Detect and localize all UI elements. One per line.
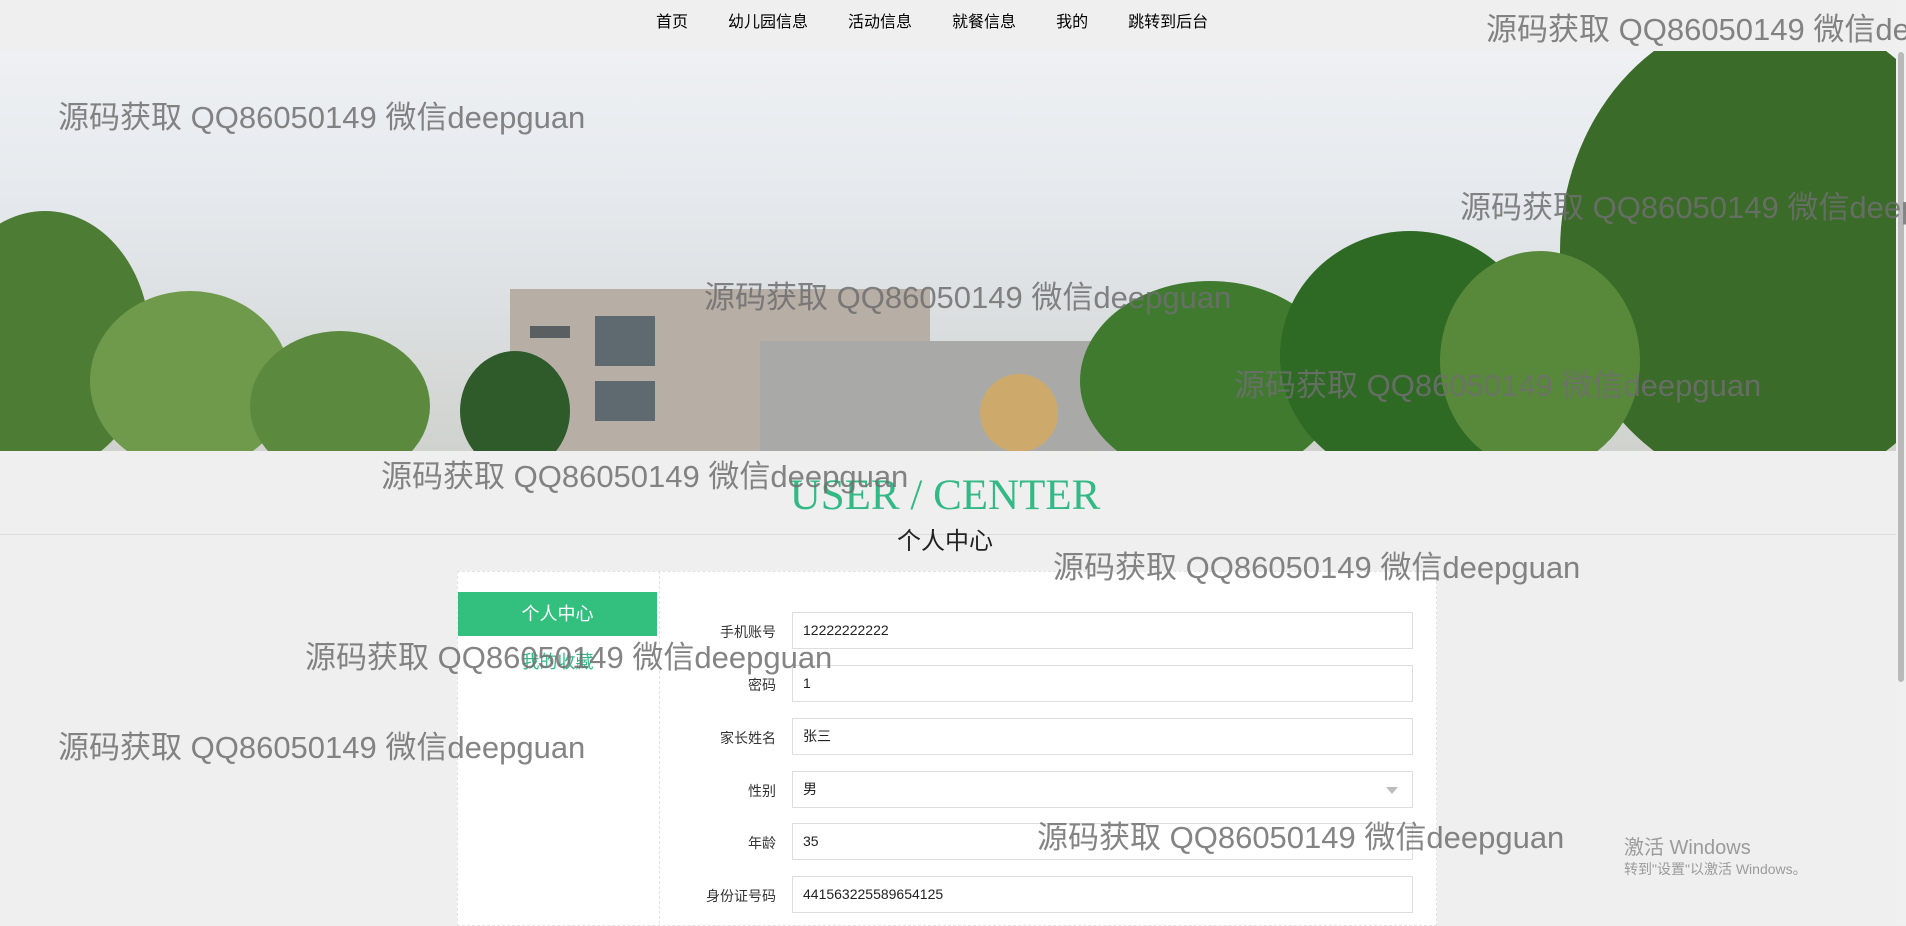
gender-select[interactable]: 男 xyxy=(792,771,1413,808)
id-number-label: 身份证号码 xyxy=(706,888,776,904)
age-label: 年龄 xyxy=(748,835,776,851)
sidebar-item-user-center[interactable]: 个人中心 xyxy=(458,592,657,636)
form-row-password: 密码 1 xyxy=(660,665,1420,705)
form-row-phone: 手机账号 12222222222 xyxy=(660,612,1420,652)
nav-activity-info[interactable]: 活动信息 xyxy=(848,8,912,32)
phone-label: 手机账号 xyxy=(720,624,776,640)
parent-name-input[interactable]: 张三 xyxy=(792,718,1413,755)
nav-admin[interactable]: 跳转到后台 xyxy=(1128,8,1208,32)
password-label: 密码 xyxy=(748,677,776,693)
phone-input[interactable]: 12222222222 xyxy=(792,612,1413,649)
form-row-gender: 性别 男 xyxy=(660,771,1420,811)
sidebar-item-favorites[interactable]: 我的收藏 xyxy=(458,648,657,672)
nav-mine[interactable]: 我的 xyxy=(1056,8,1088,32)
nav-home[interactable]: 首页 xyxy=(656,8,688,32)
page-title-en: USER / CENTER xyxy=(789,472,1101,519)
section-header: USER / CENTER 个人中心 xyxy=(0,451,1896,555)
id-number-input[interactable]: 441563225589654125 xyxy=(792,876,1413,913)
windows-activation-title: 激活 Windows xyxy=(1624,837,1751,859)
page-title: 个人中心 xyxy=(897,528,993,555)
form-row-parent-name: 家长姓名 张三 xyxy=(660,718,1420,758)
main-nav: 首页 幼儿园信息 活动信息 就餐信息 我的 跳转到后台 xyxy=(656,8,1208,32)
gender-value: 男 xyxy=(803,781,817,797)
chevron-down-icon xyxy=(1386,787,1398,794)
gender-label: 性别 xyxy=(748,783,776,799)
password-input[interactable]: 1 xyxy=(792,665,1413,702)
form-row-id-number: 身份证号码 441563225589654125 xyxy=(660,876,1420,916)
age-input[interactable]: 35 xyxy=(792,823,1413,860)
top-bar: 首页 幼儿园信息 活动信息 就餐信息 我的 跳转到后台 xyxy=(0,0,1896,51)
parent-name-label: 家长姓名 xyxy=(720,730,776,746)
hero-banner-image xyxy=(0,51,1896,451)
windows-activation-hint: 转到"设置"以激活 Windows。 xyxy=(1624,861,1807,877)
nav-meal-info[interactable]: 就餐信息 xyxy=(952,8,1016,32)
scrollbar-thumb[interactable] xyxy=(1898,52,1904,682)
form-row-age: 年龄 35 xyxy=(660,823,1420,863)
cursor-highlight xyxy=(980,374,1058,451)
nav-kindergarten-info[interactable]: 幼儿园信息 xyxy=(728,8,808,32)
